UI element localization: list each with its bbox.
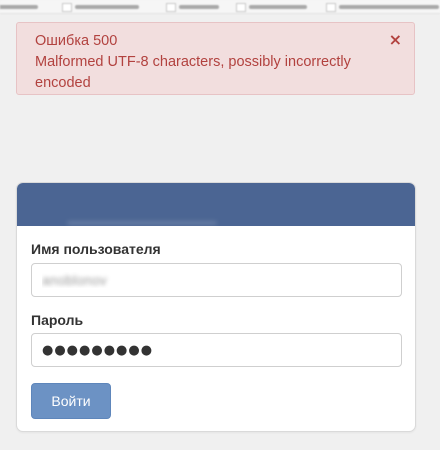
username-label: Имя пользователя bbox=[31, 241, 161, 257]
password-label: Пароль bbox=[31, 312, 84, 328]
toolbar-item bbox=[326, 2, 439, 12]
close-icon[interactable]: × bbox=[389, 29, 402, 50]
error-alert: Ошибка 500 Malformed UTF-8 characters, p… bbox=[16, 22, 415, 95]
login-card: Имя пользователя Пароль Войти bbox=[16, 182, 416, 432]
login-card-header bbox=[17, 183, 415, 226]
top-toolbar-strip bbox=[0, 0, 440, 14]
header-sheen bbox=[67, 221, 217, 225]
toolbar-item bbox=[166, 2, 219, 12]
error-title: Ошибка 500 bbox=[35, 33, 118, 49]
password-field[interactable] bbox=[31, 333, 402, 367]
error-message: Malformed UTF-8 characters, possibly inc… bbox=[35, 54, 351, 91]
login-button[interactable]: Войти bbox=[31, 383, 111, 419]
toolbar-item bbox=[236, 2, 307, 12]
toolbar-item bbox=[0, 2, 38, 12]
toolbar-item bbox=[62, 2, 139, 12]
username-field[interactable] bbox=[31, 263, 402, 297]
